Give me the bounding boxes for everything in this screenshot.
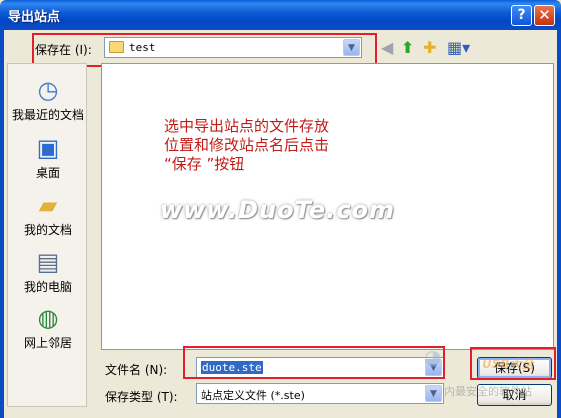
place-label: 桌面 bbox=[35, 166, 60, 180]
corner-logo: ◕ USB大全 内最安全的软件站 bbox=[412, 343, 561, 418]
place-label: 我最近的文档 bbox=[11, 108, 84, 122]
window-title: 导出站点 bbox=[8, 10, 61, 25]
recent-documents-icon: ◷ bbox=[37, 76, 59, 104]
place-desktop[interactable]: ▣ 桌面 bbox=[8, 132, 88, 181]
close-button[interactable]: ✕ bbox=[534, 5, 555, 26]
back-icon[interactable]: ◀ bbox=[381, 39, 393, 57]
file-type-value: 站点定义文件 (*.ste) bbox=[201, 389, 305, 402]
place-my-computer[interactable]: ▤ 我的电脑 bbox=[8, 246, 88, 295]
window-border-left bbox=[0, 30, 4, 418]
view-menu-icon[interactable]: ▦▾ bbox=[447, 39, 470, 57]
corner-logo-subtitle: 内最安全的软件站 bbox=[444, 385, 532, 398]
place-network-places[interactable]: ◍ 网上邻居 bbox=[8, 302, 88, 351]
place-label: 我的文档 bbox=[23, 223, 72, 237]
file-type-label: 保存类型 (T): bbox=[105, 390, 178, 404]
save-in-highlight bbox=[32, 33, 377, 67]
annotation-line-1: 选中导出站点的文件存放 bbox=[164, 117, 330, 135]
place-label: 网上邻居 bbox=[23, 336, 72, 350]
desktop-icon: ▣ bbox=[36, 134, 60, 162]
file-name-label: 文件名 (N): bbox=[105, 363, 168, 377]
network-places-icon: ◍ bbox=[37, 304, 59, 332]
my-documents-icon: ▰ bbox=[38, 191, 58, 219]
new-folder-icon[interactable]: ✚ bbox=[423, 39, 436, 57]
place-label: 我的电脑 bbox=[23, 280, 72, 294]
corner-logo-title: USB大全 bbox=[482, 357, 534, 371]
up-folder-icon[interactable]: ⬆ bbox=[401, 39, 414, 57]
places-bar: ◷ 我最近的文档 ▣ 桌面 ▰ 我的文档 ▤ 我的电脑 ◍ 网上邻居 bbox=[7, 63, 87, 407]
annotation-line-3: “保存 ”按钮 bbox=[164, 155, 245, 173]
place-my-documents[interactable]: ▰ 我的文档 bbox=[8, 189, 88, 238]
watermark: www.DuoTe.com bbox=[160, 196, 395, 224]
place-recent-documents[interactable]: ◷ 我最近的文档 bbox=[8, 74, 88, 123]
help-button[interactable]: ? bbox=[511, 5, 532, 26]
annotation-line-2: 位置和修改站点名后点击 bbox=[164, 136, 330, 154]
my-computer-icon: ▤ bbox=[36, 248, 60, 276]
title-bar[interactable]: 导出站点 ? ✕ bbox=[0, 0, 561, 30]
file-type-dropdown[interactable]: 站点定义文件 (*.ste) ▼ bbox=[196, 383, 444, 404]
instruction-annotation: 选中导出站点的文件存放 位置和修改站点名后点击 “保存 ”按钮 bbox=[164, 117, 364, 174]
file-name-highlight bbox=[183, 346, 445, 379]
owl-logo-icon: ◕ bbox=[424, 345, 442, 369]
